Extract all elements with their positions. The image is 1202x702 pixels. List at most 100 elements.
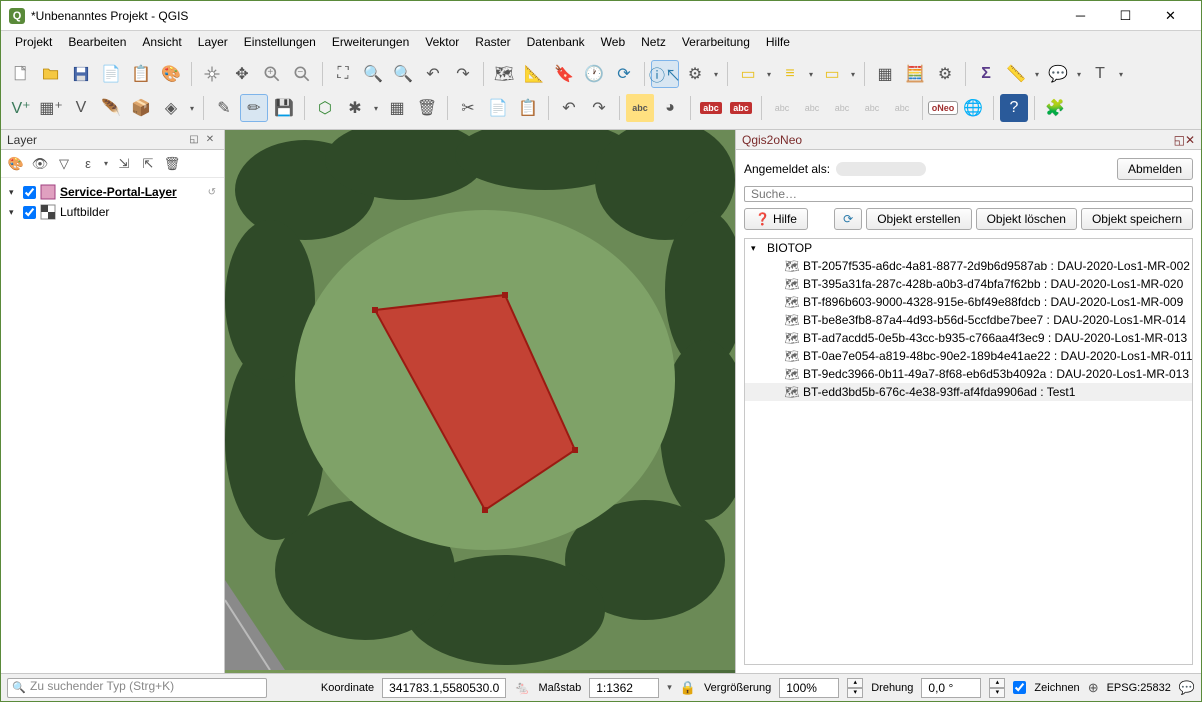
panel-close-icon[interactable]: ✕ bbox=[202, 132, 218, 148]
menu-einstellungen[interactable]: Einstellungen bbox=[236, 32, 324, 52]
text-annotation-icon[interactable]: T bbox=[1086, 60, 1114, 88]
measure-dropdown-icon[interactable]: ▾ bbox=[1032, 60, 1042, 88]
temporal-controller-icon[interactable]: 🕐 bbox=[580, 60, 608, 88]
processing-toolbox-icon[interactable]: ⚙ bbox=[931, 60, 959, 88]
layer-remove-icon[interactable]: 🗑 bbox=[161, 153, 183, 175]
zoom-last-icon[interactable]: ↶ bbox=[419, 60, 447, 88]
rot-spinner[interactable]: ▴▾ bbox=[989, 678, 1005, 698]
map-canvas[interactable] bbox=[225, 130, 735, 673]
add-feature-icon[interactable]: ⬡ bbox=[311, 94, 339, 122]
measure-icon[interactable]: 📏 bbox=[1002, 60, 1030, 88]
statistics-icon[interactable]: Σ bbox=[972, 60, 1000, 88]
zoom-layer-icon[interactable]: 🔍 bbox=[389, 60, 417, 88]
new-spatialite-icon[interactable]: 🪶 bbox=[97, 94, 125, 122]
menu-datenbank[interactable]: Datenbank bbox=[519, 32, 593, 52]
layers-tree[interactable]: ▾ Service-Portal-Layer ↺ ▾ Luftbilder bbox=[1, 178, 224, 673]
diagram-icon[interactable]: ◕ bbox=[656, 94, 684, 122]
tree-item[interactable]: 🗺BT-2057f535-a6dc-4a81-8877-2d9b6d9587ab… bbox=[745, 257, 1192, 275]
select-dropdown-icon[interactable]: ▾ bbox=[764, 60, 774, 88]
layer-collapse-icon[interactable]: ⇱ bbox=[137, 153, 159, 175]
pin-label-icon[interactable]: abc bbox=[727, 94, 755, 122]
toggle-editing-icon[interactable]: ✏ bbox=[240, 94, 268, 122]
show-labels-icon[interactable]: abc bbox=[768, 94, 796, 122]
cut-features-icon[interactable]: ✂ bbox=[454, 94, 482, 122]
mag-spinner[interactable]: ▴▾ bbox=[847, 678, 863, 698]
coord-toggle-icon[interactable]: 🐁 bbox=[514, 680, 530, 696]
current-edits-icon[interactable]: ✎ bbox=[210, 94, 238, 122]
vertex-dropdown-icon[interactable]: ▾ bbox=[371, 94, 381, 122]
tree-item[interactable]: 🗺BT-395a31fa-287c-428b-a0b3-d74bfa7f62bb… bbox=[745, 275, 1192, 293]
action-icon[interactable]: ⚙ bbox=[681, 60, 709, 88]
scale-field[interactable]: 1:1362 bbox=[589, 678, 659, 698]
search-input[interactable] bbox=[744, 186, 1193, 202]
zoom-full-icon[interactable]: ⛶ bbox=[329, 60, 357, 88]
layer-checkbox[interactable] bbox=[23, 206, 36, 219]
tree-root[interactable]: ▾ BIOTOP bbox=[745, 239, 1192, 257]
delete-selected-icon[interactable]: 🗑 bbox=[413, 94, 441, 122]
deselect-icon[interactable]: ▭ bbox=[818, 60, 846, 88]
save-object-button[interactable]: Objekt speichern bbox=[1081, 208, 1193, 230]
add-vector-icon[interactable]: V⁺ bbox=[7, 94, 35, 122]
panel-undock-icon[interactable]: ◱ bbox=[186, 132, 202, 148]
new-project-icon[interactable] bbox=[7, 60, 35, 88]
new-bookmark-icon[interactable]: 🔖 bbox=[550, 60, 578, 88]
new-shapefile-icon[interactable]: V bbox=[67, 94, 95, 122]
save-project-icon[interactable] bbox=[67, 60, 95, 88]
zoom-next-icon[interactable]: ↷ bbox=[449, 60, 477, 88]
tree-item[interactable]: 🗺BT-edd3bd5b-676c-4e38-93ff-af4fda9906ad… bbox=[745, 383, 1192, 401]
layer-item[interactable]: ▾ Service-Portal-Layer ↺ bbox=[5, 182, 220, 202]
label-properties-icon[interactable]: abc bbox=[888, 94, 916, 122]
rot-field[interactable]: 0,0 ° bbox=[921, 678, 981, 698]
layer-add-group-icon[interactable]: 👁 bbox=[29, 153, 51, 175]
action-dropdown-icon[interactable]: ▾ bbox=[711, 60, 721, 88]
identify-icon[interactable]: ⓘ↖ bbox=[651, 60, 679, 88]
scale-lock-icon[interactable]: 🔒 bbox=[680, 680, 696, 696]
field-calculator-icon[interactable]: 🧮 bbox=[901, 60, 929, 88]
vertex-tool-icon[interactable]: ✱ bbox=[341, 94, 369, 122]
panel-undock-icon[interactable]: ◱ bbox=[1174, 133, 1185, 147]
tree-item[interactable]: 🗺BT-f896b603-9000-4328-915e-6bf49e88fdcb… bbox=[745, 293, 1192, 311]
refresh-button[interactable]: ⟳ bbox=[834, 208, 862, 230]
menu-bearbeiten[interactable]: Bearbeiten bbox=[60, 32, 134, 52]
scale-dropdown-icon[interactable]: ▾ bbox=[667, 682, 672, 693]
zoom-in-icon[interactable]: + bbox=[258, 60, 286, 88]
maximize-button[interactable]: ☐ bbox=[1103, 1, 1148, 31]
menu-raster[interactable]: Raster bbox=[467, 32, 518, 52]
filter-dropdown-icon[interactable]: ▾ bbox=[101, 150, 111, 178]
pan-icon[interactable] bbox=[198, 60, 226, 88]
tree-arrow-icon[interactable]: ▾ bbox=[9, 207, 19, 218]
minimize-button[interactable]: ─ bbox=[1058, 1, 1103, 31]
undo-icon[interactable]: ↶ bbox=[555, 94, 583, 122]
select-by-value-icon[interactable]: ≡ bbox=[776, 60, 804, 88]
render-checkbox[interactable] bbox=[1013, 681, 1026, 694]
maptips-dropdown-icon[interactable]: ▾ bbox=[1074, 60, 1084, 88]
tree-item[interactable]: 🗺BT-ad7acdd5-0e5b-43cc-b935-c766aa4f3ec9… bbox=[745, 329, 1192, 347]
menu-projekt[interactable]: Projekt bbox=[7, 32, 60, 52]
new-geopackage-icon[interactable]: 📦 bbox=[127, 94, 155, 122]
move-label-icon[interactable]: abc bbox=[798, 94, 826, 122]
save-edits-icon[interactable]: 💾 bbox=[270, 94, 298, 122]
tree-item[interactable]: 🗺BT-0ae7e054-a819-48bc-90e2-189b4e41ae22… bbox=[745, 347, 1192, 365]
locator-search-input[interactable]: Zu suchender Typ (Strg+K) bbox=[7, 678, 267, 698]
change-label-icon[interactable]: abc bbox=[858, 94, 886, 122]
new-map-view-icon[interactable]: 🗺 bbox=[490, 60, 518, 88]
menu-erweiterungen[interactable]: Erweiterungen bbox=[324, 32, 417, 52]
close-button[interactable]: ✕ bbox=[1148, 1, 1193, 31]
layer-visibility-icon[interactable]: ▽ bbox=[53, 153, 75, 175]
panel-close-icon[interactable]: ✕ bbox=[1185, 133, 1195, 147]
map-tips-icon[interactable]: 💬 bbox=[1044, 60, 1072, 88]
label-toolbar-icon[interactable]: abc bbox=[626, 94, 654, 122]
help-button[interactable]: ❓Hilfe bbox=[744, 208, 808, 230]
layer-checkbox[interactable] bbox=[23, 186, 36, 199]
crs-icon[interactable]: ⊕ bbox=[1088, 680, 1099, 696]
oneo-plugin-icon[interactable]: oNeo bbox=[929, 94, 957, 122]
deselect-dropdown-icon[interactable]: ▾ bbox=[848, 60, 858, 88]
open-project-icon[interactable] bbox=[37, 60, 65, 88]
modify-attributes-icon[interactable]: ▦ bbox=[383, 94, 411, 122]
refresh-icon[interactable]: ⟳ bbox=[610, 60, 638, 88]
tree-arrow-icon[interactable]: ▾ bbox=[9, 187, 19, 198]
coord-field[interactable]: 341783.1,5580530.0 bbox=[382, 678, 506, 698]
zoom-selection-icon[interactable]: 🔍 bbox=[359, 60, 387, 88]
delete-object-button[interactable]: Objekt löschen bbox=[976, 208, 1077, 230]
redo-icon[interactable]: ↷ bbox=[585, 94, 613, 122]
